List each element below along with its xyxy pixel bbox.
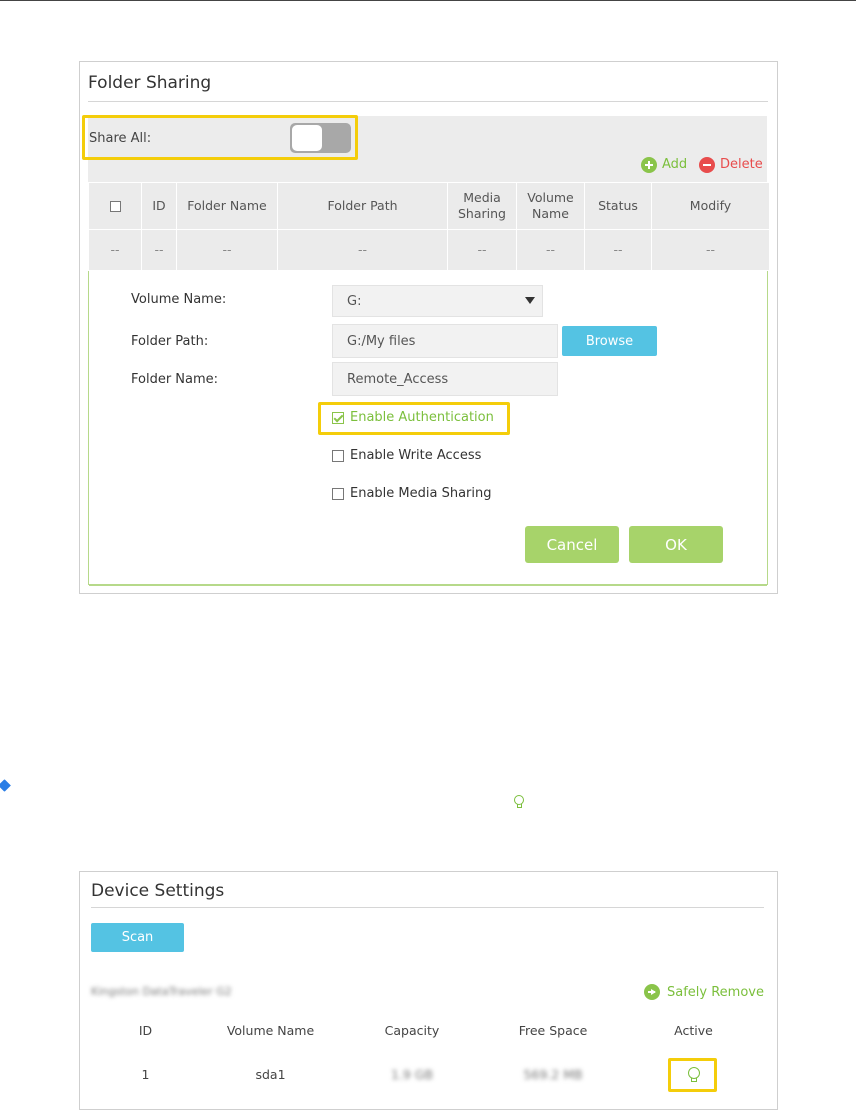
ok-button[interactable]: OK: [629, 526, 723, 563]
column-header: ID: [91, 1010, 200, 1052]
scan-button[interactable]: Scan: [91, 923, 184, 952]
table-cell: --: [516, 229, 585, 271]
column-header: Capacity: [341, 1010, 483, 1052]
table-cell: --: [277, 229, 448, 271]
delete-link[interactable]: Delete: [720, 157, 763, 172]
table-cell: --: [447, 229, 517, 271]
enable-media-sharing-checkbox[interactable]: [332, 487, 344, 500]
device-name: Kingston DataTraveler G2: [91, 985, 232, 998]
column-header: Folder Name: [176, 182, 278, 230]
column-header: Active: [623, 1010, 764, 1052]
delete-icon[interactable]: [699, 157, 715, 173]
folder-table: ID Folder Name Folder Path Media Sharing…: [88, 182, 770, 271]
enable-write-access-label: Enable Write Access: [350, 448, 482, 463]
table-row: 1 sda1 1.9 GB 569.2 MB: [91, 1051, 764, 1098]
volume-name-label: Volume Name:: [131, 292, 227, 307]
column-header: Modify: [651, 182, 770, 230]
table-row: -- -- -- -- -- -- -- --: [88, 229, 770, 271]
table-header: ID Volume Name Capacity Free Space Activ…: [91, 1010, 764, 1052]
active-highlight: [668, 1058, 717, 1092]
column-header: Folder Path: [277, 182, 448, 230]
folder-name-label: Folder Name:: [131, 372, 219, 387]
add-icon[interactable]: [641, 157, 657, 173]
panel-title: Device Settings: [91, 881, 225, 901]
lightbulb-base: [517, 804, 522, 808]
share-all-highlight: [82, 115, 358, 160]
table-cell: 1: [91, 1051, 200, 1098]
enable-media-sharing-option[interactable]: Enable Media Sharing: [332, 486, 492, 501]
column-header: ID: [141, 182, 177, 230]
safely-remove-link[interactable]: Safely Remove: [667, 985, 764, 1000]
enable-media-sharing-label: Enable Media Sharing: [350, 486, 492, 501]
table-cell: --: [651, 229, 770, 271]
table-header: ID Folder Name Folder Path Media Sharing…: [88, 182, 770, 230]
folder-path-label: Folder Path:: [131, 334, 209, 349]
column-header: Volume Name: [516, 182, 585, 230]
title-divider: [88, 101, 768, 102]
cancel-button[interactable]: Cancel: [525, 526, 619, 563]
safely-remove-icon[interactable]: [644, 984, 660, 1000]
title-divider: [91, 907, 764, 908]
select-all-cell[interactable]: [88, 182, 142, 230]
enable-authentication-highlight: [318, 402, 510, 435]
chevron-down-icon[interactable]: [525, 297, 535, 304]
capacity-value: 1.9 GB: [390, 1066, 434, 1082]
volume-name-select[interactable]: G:: [332, 285, 543, 317]
table-cell: sda1: [199, 1051, 342, 1098]
free-space-value: 569.2 MB: [523, 1066, 583, 1082]
column-header: Free Space: [482, 1010, 624, 1052]
table-cell: --: [88, 229, 142, 271]
table-cell: --: [141, 229, 177, 271]
table-cell: --: [584, 229, 652, 271]
folder-name-input[interactable]: Remote_Access: [332, 362, 558, 396]
enable-write-access-option[interactable]: Enable Write Access: [332, 448, 481, 463]
folder-path-input[interactable]: G:/My files: [332, 324, 558, 358]
column-header: Volume Name: [199, 1010, 342, 1052]
panel-title: Folder Sharing: [88, 73, 212, 93]
column-header: Media Sharing: [447, 182, 517, 230]
table-cell: 1.9 GB: [341, 1051, 483, 1098]
volume-name-value: G:: [347, 293, 362, 309]
table-cell: 569.2 MB: [482, 1051, 624, 1098]
enable-write-access-checkbox[interactable]: [332, 449, 344, 462]
add-link[interactable]: Add: [662, 157, 687, 172]
browse-button[interactable]: Browse: [562, 326, 657, 356]
top-divider: [0, 0, 856, 1]
select-all-checkbox[interactable]: [109, 201, 121, 212]
table-cell: --: [176, 229, 278, 271]
device-table: ID Volume Name Capacity Free Space Activ…: [91, 1010, 764, 1098]
folder-path-value: G:/My files: [347, 333, 416, 349]
column-header: Status: [584, 182, 652, 230]
folder-name-value: Remote_Access: [347, 371, 449, 387]
tag-icon: [0, 779, 11, 792]
